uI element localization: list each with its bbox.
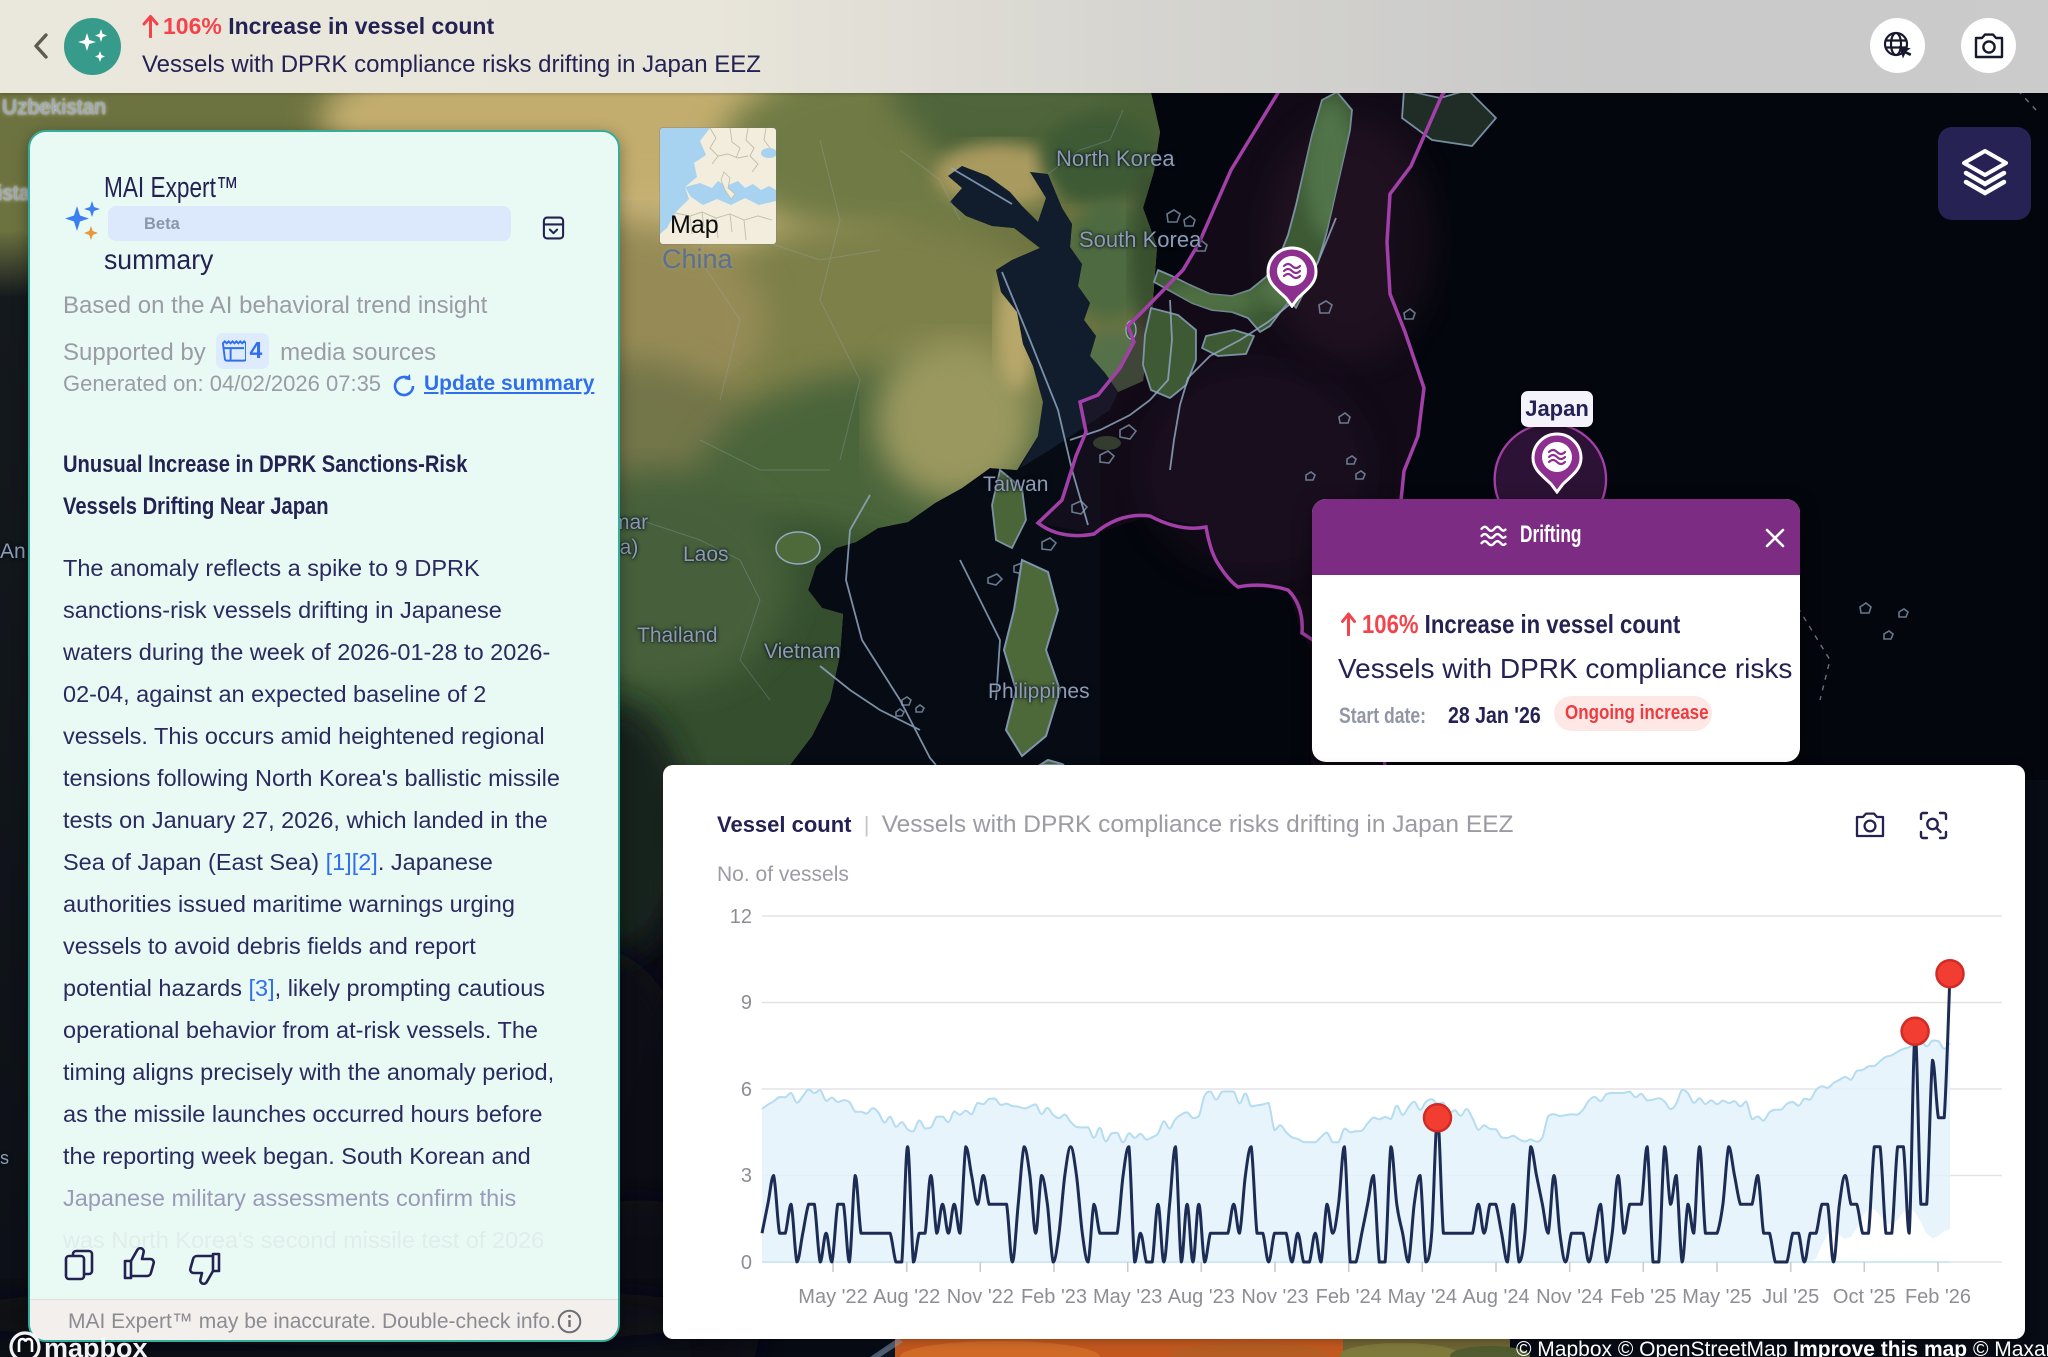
svg-text:Jul '25: Jul '25 xyxy=(1762,1286,1819,1308)
svg-text:0: 0 xyxy=(741,1252,752,1274)
svg-text:mapbox: mapbox xyxy=(44,1333,148,1357)
svg-text:3: 3 xyxy=(741,1165,752,1187)
svg-text:May '24: May '24 xyxy=(1388,1286,1457,1308)
svg-text:Oct '25: Oct '25 xyxy=(1833,1286,1896,1308)
svg-text:12: 12 xyxy=(730,906,752,928)
svg-text:Aug '24: Aug '24 xyxy=(1462,1286,1529,1308)
svg-text:Feb '23: Feb '23 xyxy=(1021,1286,1087,1308)
svg-text:May '25: May '25 xyxy=(1682,1286,1751,1308)
svg-text:Aug '22: Aug '22 xyxy=(873,1286,940,1308)
svg-text:Aug '23: Aug '23 xyxy=(1168,1286,1235,1308)
svg-text:May '22: May '22 xyxy=(798,1286,867,1308)
svg-text:Nov '24: Nov '24 xyxy=(1536,1286,1603,1308)
svg-text:9: 9 xyxy=(741,992,752,1014)
svg-text:Feb '25: Feb '25 xyxy=(1610,1286,1676,1308)
svg-text:Feb '24: Feb '24 xyxy=(1316,1286,1382,1308)
svg-text:Nov '22: Nov '22 xyxy=(947,1286,1014,1308)
svg-text:Feb '26: Feb '26 xyxy=(1905,1286,1971,1308)
svg-text:May '23: May '23 xyxy=(1093,1286,1162,1308)
svg-text:Nov '23: Nov '23 xyxy=(1241,1286,1308,1308)
svg-text:6: 6 xyxy=(741,1079,752,1101)
